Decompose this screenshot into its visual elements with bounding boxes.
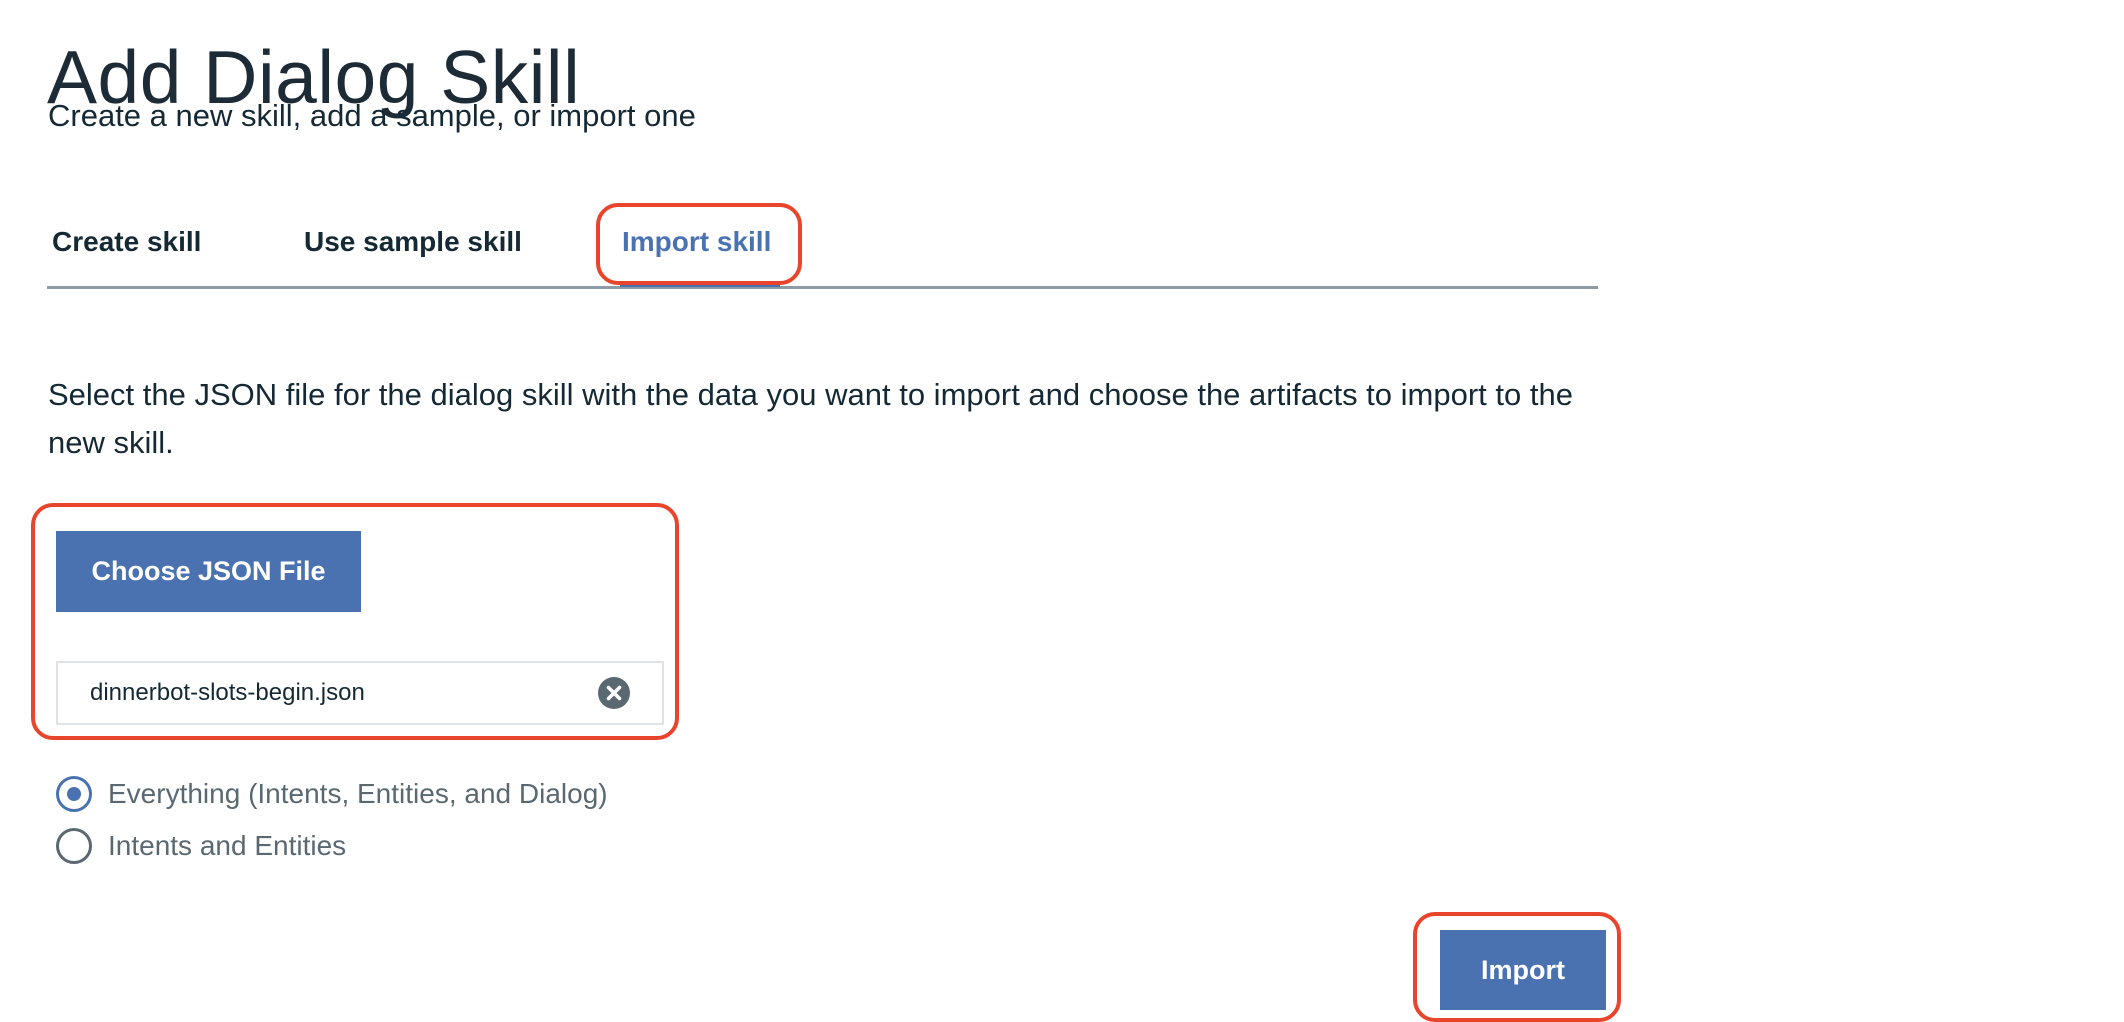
tab-import-skill[interactable]: Import skill <box>622 222 771 262</box>
radio-label-intents-entities: Intents and Entities <box>108 830 347 861</box>
page-subtitle: Create a new skill, add a sample, or imp… <box>48 98 696 133</box>
radio-button-checked[interactable] <box>56 776 92 812</box>
radio-dot <box>67 787 81 801</box>
selected-file-field: dinnerbot-slots-begin.json <box>56 661 664 725</box>
choose-json-file-button[interactable]: Choose JSON File <box>56 531 361 612</box>
radio-label-everything: Everything (Intents, Entities, and Dialo… <box>108 778 608 809</box>
tab-create-skill[interactable]: Create skill <box>52 222 201 262</box>
tab-use-sample-skill[interactable]: Use sample skill <box>304 222 522 262</box>
close-circle-icon[interactable] <box>598 677 630 709</box>
radio-button-unchecked[interactable] <box>56 828 92 864</box>
active-tab-indicator <box>620 282 780 287</box>
selected-file-name: dinnerbot-slots-begin.json <box>90 679 365 706</box>
skill-tabs: Create skill Use sample skill Import ski… <box>47 200 1598 289</box>
import-instructions: Select the JSON file for the dialog skil… <box>48 377 1573 460</box>
import-button[interactable]: Import <box>1440 930 1606 1010</box>
